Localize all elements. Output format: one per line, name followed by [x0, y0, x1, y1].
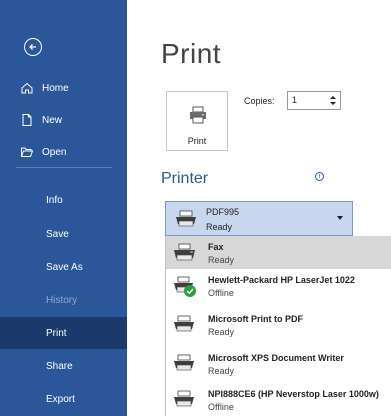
printer-select[interactable]: PDF995 Ready — [165, 201, 353, 236]
printer-option-hp-laserjet-1022[interactable]: Hewlett-Packard HP LaserJet 1022 Offline — [166, 269, 391, 302]
new-document-icon — [20, 113, 34, 127]
printer-option-status: Ready — [208, 255, 235, 265]
sidebar-item-label: Open — [42, 146, 67, 158]
sidebar-item-save[interactable]: Save — [0, 218, 127, 250]
sidebar-item-label: Share — [46, 360, 73, 372]
copies-value[interactable]: 1 — [292, 95, 297, 105]
copies-label: Copies: — [244, 96, 275, 106]
printer-option-microsoft-xps-document-writer[interactable]: Microsoft XPS Document Writer Ready — [166, 347, 391, 380]
default-printer-check-icon — [172, 276, 198, 303]
sidebar-item-open[interactable]: Open — [0, 136, 127, 168]
sidebar-item-label: Save As — [46, 261, 83, 273]
sidebar-item-share[interactable]: Share — [0, 350, 127, 382]
sidebar-item-new[interactable]: New — [0, 104, 127, 136]
printer-option-fax[interactable]: Fax Ready — [166, 236, 391, 269]
info-icon[interactable]: i — [315, 172, 324, 181]
folder-open-icon — [20, 145, 34, 159]
sidebar-item-label: History — [46, 294, 78, 306]
printer-option-status: Offline — [208, 288, 234, 298]
sidebar-item-label: Save — [46, 228, 69, 240]
printer-option-status: Offline — [208, 402, 234, 412]
sidebar-item-home[interactable]: Home — [0, 72, 127, 104]
printer-section-title: Printer — [161, 170, 209, 187]
printer-icon — [172, 390, 196, 413]
sidebar-item-save-as[interactable]: Save As — [0, 251, 127, 283]
spinner-arrows-icon[interactable] — [329, 94, 337, 107]
printer-option-name: Microsoft Print to PDF — [208, 314, 303, 324]
sidebar-item-label: Export — [46, 393, 75, 405]
sidebar-divider — [16, 167, 112, 168]
printer-option-name: NPI888CE6 (HP Neverstop Laser 1000w) — [208, 389, 379, 399]
sidebar-item-info[interactable]: Info — [0, 184, 127, 216]
print-button[interactable]: Print — [166, 91, 228, 151]
printer-option-name: Fax — [208, 242, 224, 252]
sidebar-item-label: Info — [46, 194, 63, 206]
printer-option-npi888ce6[interactable]: NPI888CE6 (HP Neverstop Laser 1000w) Off… — [166, 383, 391, 416]
printer-option-status: Ready — [208, 366, 235, 376]
sidebar-item-label: Print — [46, 327, 67, 339]
page-title: Print — [161, 38, 222, 69]
printer-option-microsoft-print-to-pdf[interactable]: Microsoft Print to PDF Ready — [166, 308, 391, 341]
sidebar-item-label: Home — [42, 82, 69, 94]
sidebar-item-export[interactable]: Export — [0, 383, 127, 415]
copies-stepper[interactable]: 1 — [287, 91, 341, 110]
backstage-sidebar: Home New Open Info Save Save As History … — [0, 0, 127, 416]
printer-dropdown-list: Fax Ready Hewlett-Packard HP LaserJet 10… — [165, 236, 391, 416]
printer-option-name: Microsoft XPS Document Writer — [208, 353, 344, 363]
back-arrow-circle-icon[interactable] — [24, 38, 42, 56]
printer-option-name: Hewlett-Packard HP LaserJet 1022 — [208, 275, 355, 285]
selected-printer-name: PDF995 — [206, 207, 240, 217]
printer-icon — [174, 210, 198, 233]
chevron-down-icon[interactable] — [337, 216, 343, 220]
sidebar-item-print[interactable]: Print — [0, 317, 127, 349]
sidebar-item-history: History — [0, 284, 127, 316]
print-panel: Print Print Copies: 1 Printer i PDF995 R… — [127, 0, 391, 416]
fax-printer-icon — [172, 243, 198, 268]
printer-icon — [188, 105, 208, 130]
print-button-label: Print — [187, 136, 207, 146]
home-icon — [20, 81, 34, 95]
printer-icon — [172, 354, 196, 377]
selected-printer-status: Ready — [206, 222, 233, 232]
printer-icon — [172, 315, 196, 338]
sidebar-item-label: New — [42, 114, 63, 126]
printer-option-status: Ready — [208, 327, 235, 337]
